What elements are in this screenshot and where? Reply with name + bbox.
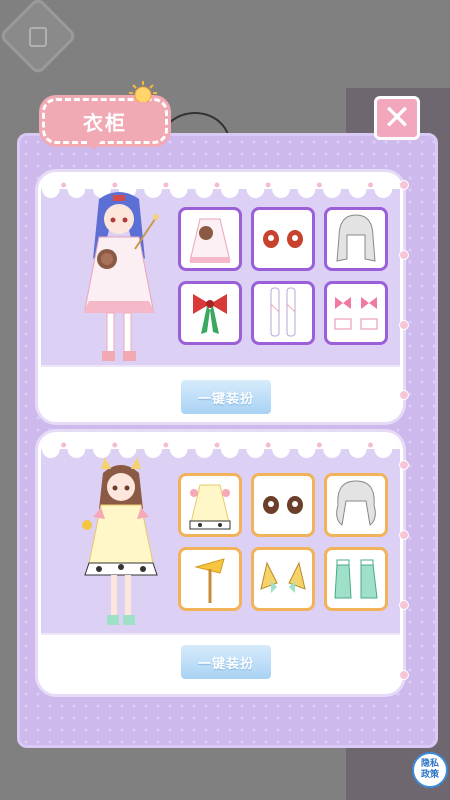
close-icon: ✕ [382, 98, 412, 138]
character-doll-1 [83, 192, 159, 361]
character-doll-2 [82, 457, 158, 625]
rail-bead [399, 320, 409, 330]
privacy-label-line2: 政策 [420, 770, 439, 780]
cat-ears-bow-icon [260, 561, 306, 593]
rail-bead [399, 180, 409, 190]
rail-bead [399, 460, 409, 470]
wardrobe-title: 衣柜 [83, 110, 127, 135]
white-stockings-item[interactable] [251, 281, 315, 345]
item-grid-1 [178, 207, 388, 345]
outfit-card-2: 一键装扮 [38, 432, 403, 694]
wardrobe-title-tab: 衣柜 [42, 98, 168, 144]
outfit-card-1: 一键装扮 [38, 172, 403, 422]
equip-outfit-button-2[interactable]: 一键装扮 [181, 645, 271, 679]
pink-bow-shoes-item[interactable] [324, 281, 388, 345]
cheese-wand-icon [194, 558, 225, 603]
rail-bead [399, 250, 409, 260]
rail-bead [399, 530, 409, 540]
rail-bead [399, 670, 409, 680]
privacy-policy-button[interactable]: 隐私 政策 [412, 752, 448, 788]
sun-icon [129, 81, 157, 102]
grey-wavy-hair-item[interactable] [324, 473, 388, 537]
grey-hair-icon [336, 214, 376, 262]
mint-boots-icon [334, 559, 378, 599]
pink-bow-shoes-icon [334, 297, 378, 330]
red-eyes-icon [263, 230, 303, 248]
equip-outfit-button-1[interactable]: 一键装扮 [181, 380, 271, 414]
privacy-label-line1: 隐私 [420, 759, 439, 769]
red-bow-icon [193, 294, 227, 334]
red-eyes-item[interactable] [251, 207, 315, 271]
cheese-wand-item[interactable] [178, 547, 242, 611]
menu-icon [29, 27, 47, 47]
item-grid-2 [178, 473, 388, 611]
mint-boots-item[interactable] [324, 547, 388, 611]
rail-bead [399, 600, 409, 610]
white-stockings-icon [270, 287, 296, 337]
cow-print-dress-icon [189, 484, 231, 530]
rail-bead [399, 390, 409, 400]
dress-with-bear-item[interactable] [178, 207, 242, 271]
brown-eyes-item[interactable] [251, 473, 315, 537]
cat-ears-bow-item[interactable] [251, 547, 315, 611]
decorative-rail [395, 170, 413, 710]
dress-with-bear-icon [189, 218, 231, 263]
cow-print-dress-item[interactable] [178, 473, 242, 537]
grey-hair-item[interactable] [324, 207, 388, 271]
brown-eyes-icon [263, 496, 303, 514]
close-button[interactable]: ✕ [374, 96, 420, 140]
red-bow-item[interactable] [178, 281, 242, 345]
grey-wavy-hair-icon [336, 480, 376, 526]
title-tab-pointer [86, 140, 102, 150]
